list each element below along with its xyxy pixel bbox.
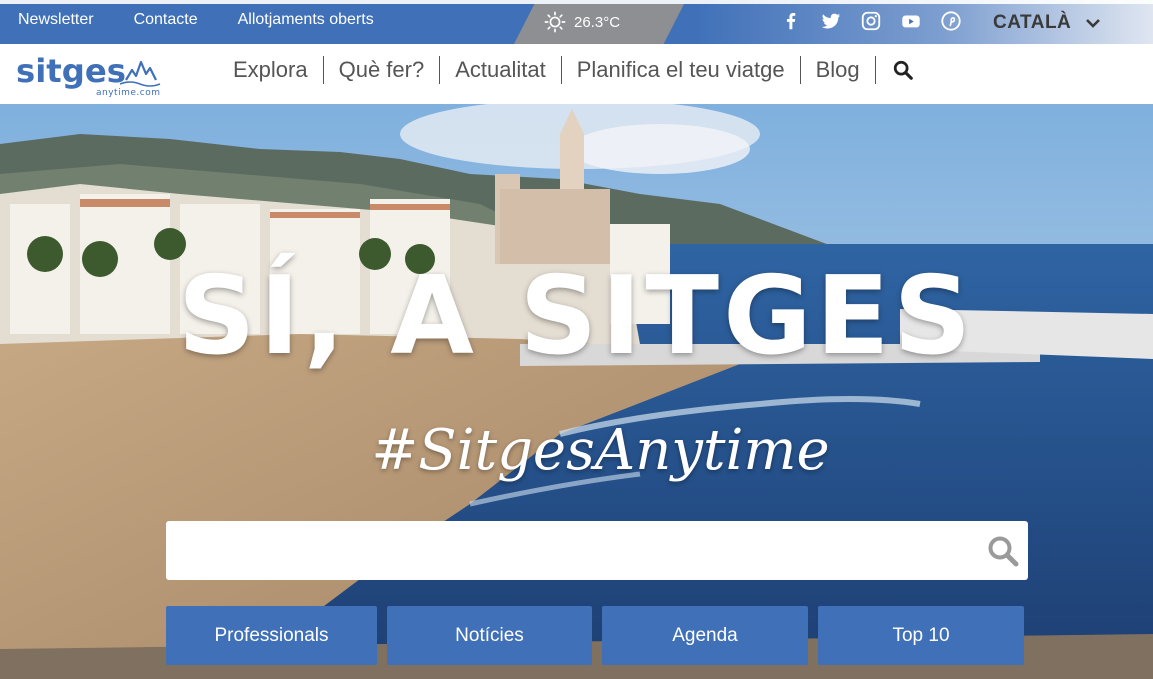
sitges-logo[interactable]: sitges anytime.com [16, 50, 168, 100]
instagram-icon[interactable] [860, 10, 882, 32]
nav-divider [874, 56, 876, 84]
top-utility-bar: Newsletter Contacte Allotjaments oberts … [0, 0, 1153, 44]
hero-title: SÍ, A SITGES [177, 254, 976, 379]
temperature-value: 26.3°C [574, 13, 621, 31]
open-accommodation-link[interactable]: Allotjaments oberts [238, 11, 374, 29]
top-10-button[interactable]: Top 10 [818, 606, 1024, 665]
hero-section: SÍ, A SITGES #SitgesAnytime Professional… [0, 104, 1153, 679]
nav-item-explora[interactable]: Explora [233, 57, 323, 83]
main-navigation: sitges anytime.com Explora Què fer? Actu… [0, 44, 1153, 104]
weather-widget: 26.3°C [544, 11, 620, 33]
pinterest-icon[interactable] [940, 10, 962, 32]
logo-subtext: anytime.com [96, 88, 160, 98]
sun-icon [544, 11, 566, 33]
hero-photo-sitges-beach [0, 104, 1153, 679]
professionals-button[interactable]: Professionals [166, 606, 377, 665]
language-label: CATALÀ [993, 12, 1072, 33]
newsletter-link[interactable]: Newsletter [18, 11, 94, 29]
facebook-icon[interactable] [780, 10, 802, 32]
agenda-button[interactable]: Agenda [602, 606, 808, 665]
nav-item-planifica[interactable]: Planifica el teu viatge [562, 57, 800, 83]
top-links: Newsletter Contacte Allotjaments oberts [18, 11, 374, 29]
chevron-down-icon [1086, 19, 1101, 28]
hero-search-bar [166, 521, 1028, 580]
search-icon[interactable] [892, 59, 914, 81]
nav-item-blog[interactable]: Blog [801, 57, 875, 83]
contact-link[interactable]: Contacte [134, 11, 198, 29]
social-links [780, 10, 962, 32]
language-selector[interactable]: CATALÀ [993, 12, 1101, 34]
hero-hashtag: #SitgesAnytime [371, 418, 830, 483]
search-input[interactable] [166, 521, 966, 580]
nav-item-que-fer[interactable]: Què fer? [324, 57, 440, 83]
search-icon[interactable] [986, 534, 1020, 568]
nav-menu: Explora Què fer? Actualitat Planifica el… [233, 56, 914, 84]
twitter-icon[interactable] [820, 10, 842, 32]
logo-wordmark: sitges [16, 52, 126, 90]
nav-item-actualitat[interactable]: Actualitat [440, 57, 561, 83]
youtube-icon[interactable] [900, 10, 922, 32]
top-bar-edge [0, 0, 1153, 4]
news-button[interactable]: Notícies [387, 606, 592, 665]
